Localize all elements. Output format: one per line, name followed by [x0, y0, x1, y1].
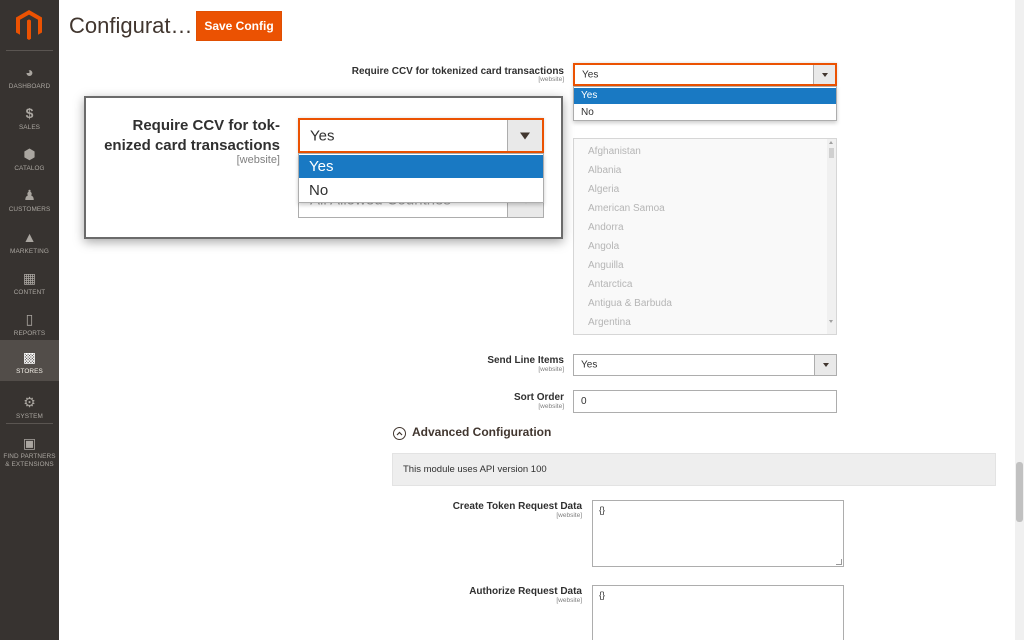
nav-sales[interactable]: $ SALES — [0, 98, 59, 138]
country-option[interactable]: American Samoa — [588, 203, 665, 214]
nav-reports[interactable]: ▯ REPORTS — [0, 304, 59, 344]
country-multiselect[interactable]: Afghanistan Albania Algeria American Sam… — [573, 138, 837, 335]
scroll-down-icon[interactable] — [829, 320, 833, 323]
country-option[interactable]: Anguilla — [588, 260, 624, 271]
bar-chart-icon: ▯ — [25, 311, 34, 327]
nav-system[interactable]: ⚙ SYSTEM — [0, 387, 59, 427]
chevron-down-icon — [822, 363, 829, 367]
zoom-ccv-toggle[interactable] — [507, 120, 542, 151]
country-list-scroll-thumb[interactable] — [829, 148, 834, 158]
magento-logo[interactable] — [16, 10, 42, 40]
ccv-select[interactable]: Yes — [573, 63, 837, 86]
send-line-items-toggle[interactable] — [814, 355, 836, 375]
scroll-up-icon[interactable] — [829, 141, 833, 144]
save-config-button[interactable]: Save Config — [196, 11, 282, 41]
ccv-dropdown: Yes No — [573, 86, 837, 121]
zoom-ccv-dropdown: Yes No — [298, 153, 544, 203]
nav-find-partners[interactable]: ▣ FIND PARTNERS & EXTENSIONS — [0, 428, 59, 468]
nav-catalog[interactable]: ⬢ CATALOG — [0, 139, 59, 179]
ccv-option-yes[interactable]: Yes — [574, 88, 836, 104]
country-option[interactable]: Andorra — [588, 222, 624, 233]
create-token-label: Create Token Request Data — [452, 501, 582, 512]
zoom-ccv-label: Require CCV for tok- enized card transac… — [104, 117, 280, 154]
dashboard-icon: ◕ — [25, 64, 34, 80]
ccv-select-toggle[interactable] — [813, 65, 835, 84]
zoom-ccv-scope: [website] — [236, 154, 280, 166]
send-line-items-label: Send Line Items — [487, 355, 564, 366]
sidebar-divider — [6, 423, 53, 424]
advanced-config-title[interactable]: Advanced Configuration — [412, 425, 551, 439]
authorize-textarea[interactable]: {} — [592, 585, 844, 640]
api-version-note: This module uses API version 100 — [392, 453, 996, 486]
resize-handle-icon[interactable] — [836, 559, 842, 565]
sort-order-label: Sort Order — [513, 392, 564, 403]
country-list-scrollbar[interactable] — [827, 139, 836, 334]
layout-icon: ▦ — [22, 270, 37, 286]
cube-icon: ⬢ — [23, 146, 36, 162]
page-title: Configurat… — [69, 13, 193, 38]
page-scrollbar-thumb[interactable] — [1016, 462, 1023, 522]
sort-order-input[interactable]: 0 — [573, 390, 837, 413]
country-option[interactable]: Argentina — [588, 317, 631, 328]
nav-marketing[interactable]: ▲ MARKETING — [0, 222, 59, 262]
box-icon: ▣ — [22, 435, 37, 451]
country-option[interactable]: Angola — [588, 241, 619, 252]
chevron-down-icon — [520, 132, 530, 139]
country-option[interactable]: Afghanistan — [588, 146, 641, 157]
collapse-icon[interactable] — [393, 427, 406, 440]
sidebar-divider — [6, 50, 53, 51]
megaphone-icon: ▲ — [22, 229, 37, 245]
nav-content[interactable]: ▦ CONTENT — [0, 263, 59, 303]
create-token-textarea[interactable]: {} — [592, 500, 844, 567]
authorize-label: Authorize Request Data — [469, 586, 582, 597]
dollar-icon: $ — [25, 105, 34, 121]
send-line-items-scope: [website] — [538, 366, 564, 373]
sort-order-scope: [website] — [538, 403, 564, 410]
country-option[interactable]: Albania — [588, 165, 621, 176]
chevron-down-icon — [821, 72, 828, 77]
nav-dashboard[interactable]: ◕ DASHBOARD — [0, 57, 59, 97]
authorize-scope: [website] — [556, 597, 582, 604]
send-line-items-select[interactable]: Yes — [573, 354, 837, 376]
store-icon: ▩ — [22, 349, 37, 365]
country-option[interactable]: Antarctica — [588, 279, 632, 290]
country-option[interactable]: Antigua & Barbuda — [588, 298, 672, 309]
zoom-ccv-select[interactable]: Yes — [298, 118, 544, 153]
zoom-option-no[interactable]: No — [299, 179, 543, 202]
country-option[interactable]: Algeria — [588, 184, 619, 195]
nav-customers[interactable]: ♟ CUSTOMERS — [0, 180, 59, 220]
person-icon: ♟ — [23, 187, 36, 203]
ccv-option-no[interactable]: No — [574, 105, 836, 121]
create-token-scope: [website] — [556, 512, 582, 519]
zoom-option-yes[interactable]: Yes — [299, 155, 543, 178]
zoom-callout: Require CCV for tok- enized card transac… — [84, 96, 563, 239]
admin-sidebar: ◕ DASHBOARD $ SALES ⬢ CATALOG ♟ CUSTOMER… — [0, 0, 59, 640]
gear-icon: ⚙ — [23, 394, 36, 410]
page-scrollbar[interactable] — [1015, 0, 1024, 640]
nav-stores[interactable]: ▩ STORES — [0, 340, 59, 381]
ccv-field-scope: [website] — [538, 76, 564, 83]
